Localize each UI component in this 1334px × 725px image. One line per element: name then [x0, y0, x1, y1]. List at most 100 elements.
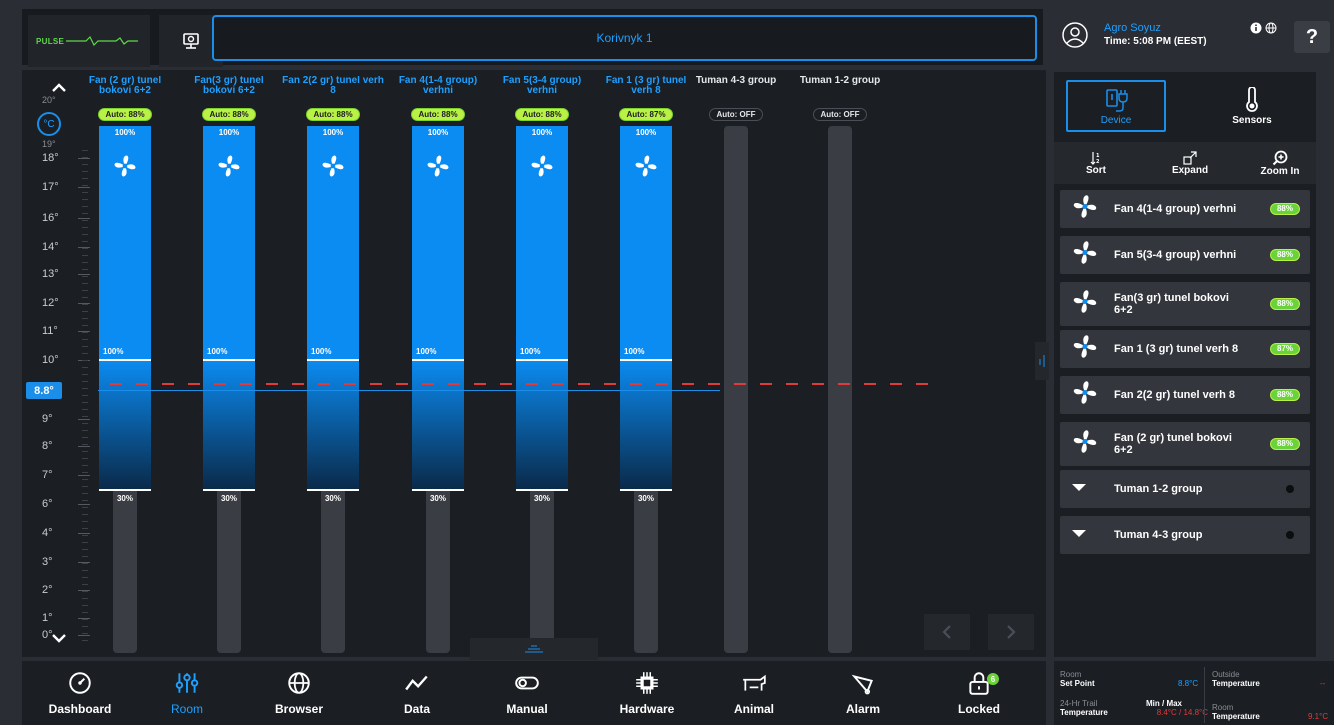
fan-icon: [1073, 381, 1097, 404]
nav-animal[interactable]: Animal: [704, 661, 804, 725]
nav-hardware[interactable]: Hardware: [597, 661, 697, 725]
column-title: Fan (2 gr) tunel bokovi 6+2: [88, 76, 162, 96]
output-bar[interactable]: 100%: [99, 126, 151, 359]
tick-label: 10°: [42, 354, 59, 366]
minor-tick-mark: [82, 248, 88, 249]
output-bar[interactable]: 100%: [307, 126, 359, 359]
fan-icon-wrap: [215, 152, 243, 185]
output-bar[interactable]: 100%: [516, 126, 568, 359]
chart-line-icon: [405, 675, 428, 691]
device-list-item[interactable]: Fan (2 gr) tunel bokovi 6+2 88%: [1060, 422, 1310, 466]
minor-tick-mark: [82, 283, 88, 284]
cow-icon: [743, 674, 766, 691]
tick-label: 18°: [42, 152, 59, 164]
device-list-item[interactable]: Fan 5(3-4 group) verhni 88%: [1060, 236, 1310, 274]
auto-mode-chip[interactable]: Auto: 87%: [619, 108, 673, 121]
auto-mode-chip[interactable]: Auto: 88%: [202, 108, 256, 121]
mid-output-label: 100%: [416, 347, 437, 356]
nav-label: Browser: [274, 702, 324, 716]
nav-manual[interactable]: Manual: [477, 661, 577, 725]
output-ramp: [203, 359, 255, 489]
minor-tick-mark: [82, 570, 88, 571]
set-point-dash: [760, 383, 772, 385]
tab-device-label: Device: [1100, 114, 1132, 126]
globe-icon[interactable]: [1265, 22, 1277, 34]
device-list-item[interactable]: Tuman 1-2 group: [1060, 470, 1310, 508]
output-bar[interactable]: 100%: [412, 126, 464, 359]
device-list-item[interactable]: Fan(3 gr) tunel bokovi 6+2 88%: [1060, 282, 1310, 326]
tick-label: 14°: [42, 241, 59, 253]
auto-mode-chip[interactable]: Auto: 88%: [411, 108, 465, 121]
auto-mode-chip[interactable]: Auto: 88%: [515, 108, 569, 121]
nav-label: Locked: [957, 702, 1000, 716]
nav-dashboard[interactable]: Dashboard: [30, 661, 130, 725]
device-list-item[interactable]: Fan 4(1-4 group) verhni 88%: [1060, 190, 1310, 228]
auto-mode-chip[interactable]: Auto: OFF: [813, 108, 867, 121]
column-track[interactable]: [828, 126, 852, 653]
column-header: Fan 2(2 gr) tunel verh 8 Auto: 88%: [281, 76, 385, 121]
device-name: Fan (2 gr) tunel bokovi 6+2: [1114, 432, 1232, 456]
set-point-dash: [266, 383, 278, 385]
tab-sensors-label: Sensors: [1232, 114, 1272, 126]
current-temperature-marker[interactable]: 8.8°: [26, 382, 62, 399]
device-list-item[interactable]: Fan 2(2 gr) tunel verh 8 88%: [1060, 376, 1310, 414]
minor-tick-mark: [82, 430, 88, 431]
prev-page-button[interactable]: [924, 614, 970, 650]
sort-button[interactable]: 12 Sort: [1076, 142, 1116, 184]
minor-tick-mark: [82, 577, 88, 578]
scale-down-button[interactable]: [44, 626, 74, 650]
trail-sub-label: Temperature: [1060, 708, 1108, 717]
auto-mode-chip[interactable]: Auto: OFF: [709, 108, 763, 121]
panel-toggle-icon: [1039, 355, 1045, 367]
output-bar[interactable]: 100%: [620, 126, 672, 359]
unit-toggle[interactable]: °C: [37, 112, 61, 136]
zoom-in-button[interactable]: Zoom In: [1250, 142, 1310, 184]
column-title: Fan 4(1-4 group) verhni: [398, 76, 478, 96]
minor-tick-mark: [82, 241, 88, 242]
set-point-dash: [214, 383, 226, 385]
auto-mode-chip[interactable]: Auto: 88%: [306, 108, 360, 121]
expand-button[interactable]: Expand: [1160, 142, 1220, 184]
device-list-item[interactable]: Fan 1 (3 gr) tunel verh 8 87%: [1060, 330, 1310, 368]
minor-tick-mark: [82, 192, 88, 193]
pulse-logo: PULSE: [28, 15, 150, 67]
thermometer-icon: [1246, 86, 1258, 112]
minor-tick-mark: [82, 535, 88, 536]
device-list-item[interactable]: Tuman 4-3 group: [1060, 516, 1310, 554]
device-icon-wrap: [1070, 287, 1100, 322]
set-point-dash: [552, 383, 564, 385]
device-name: Fan 5(3-4 group) verhni: [1114, 249, 1237, 261]
auto-mode-chip[interactable]: Auto: 88%: [98, 108, 152, 121]
device-output-badge: 88%: [1269, 203, 1300, 215]
minor-tick-mark: [82, 465, 88, 466]
minor-tick-mark: [82, 374, 88, 375]
collapse-handle[interactable]: [470, 638, 598, 660]
user-avatar-icon[interactable]: [1062, 22, 1088, 48]
min-output-label: 30%: [637, 494, 654, 503]
side-panel-toggle[interactable]: [1035, 342, 1049, 380]
nav-browser[interactable]: Browser: [249, 661, 349, 725]
tab-sensors[interactable]: Sensors: [1202, 80, 1302, 132]
nav-data[interactable]: Data: [367, 661, 467, 725]
nav-locked[interactable]: 6 Locked: [929, 661, 1029, 725]
column-track[interactable]: [724, 126, 748, 653]
device-icon-wrap: [1070, 427, 1100, 462]
nav-room[interactable]: Room: [137, 661, 237, 725]
minor-tick-mark: [82, 185, 88, 186]
info-icon[interactable]: [1250, 22, 1262, 34]
help-button[interactable]: ?: [1294, 21, 1330, 53]
house-title-bar[interactable]: Korivnyk 1: [212, 15, 1037, 61]
minor-tick-mark: [82, 178, 88, 179]
next-page-button[interactable]: [988, 614, 1034, 650]
nav-alarm[interactable]: Alarm: [813, 661, 913, 725]
column-header: Tuman 4-3 group Auto: OFF: [684, 76, 788, 121]
max-output-label: 100%: [531, 128, 553, 137]
min-output-line: [203, 489, 255, 491]
device-name: Tuman 1-2 group: [1114, 483, 1203, 495]
tab-device[interactable]: Device: [1066, 80, 1166, 132]
fan-icon: [427, 155, 449, 177]
minor-tick-mark: [82, 514, 88, 515]
fan-icon-wrap: [319, 152, 347, 185]
min-output-line: [307, 489, 359, 491]
output-bar[interactable]: 100%: [203, 126, 255, 359]
